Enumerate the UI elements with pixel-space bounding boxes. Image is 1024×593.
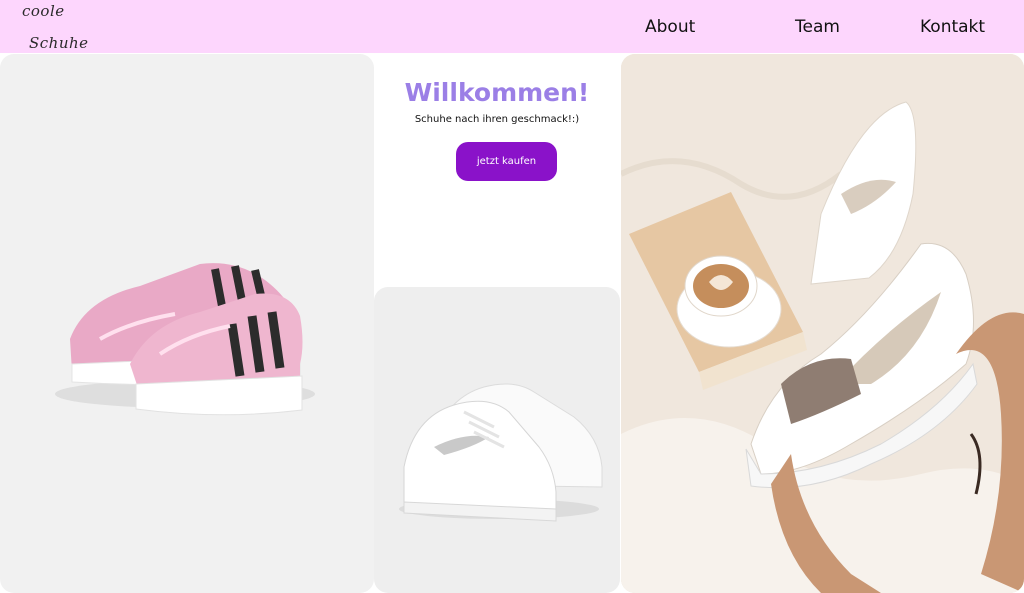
welcome-subtitle: Schuhe nach ihren geschmack!:) [414,114,580,125]
nav-about[interactable]: About [645,17,695,37]
white-sneakers-image [374,287,620,593]
nav-team[interactable]: Team [795,17,840,37]
pink-sneakers-image [0,54,374,593]
logo-text-coole[interactable]: coole [22,2,65,20]
logo-text-schuhe[interactable]: Schuhe [29,34,89,52]
white-sneakers-illustration [399,383,603,522]
nav-kontakt[interactable]: Kontakt [920,17,985,37]
pink-sneakers-illustration [55,263,315,416]
buy-now-button[interactable]: jetzt kaufen [456,142,557,181]
beige-sneaker-lifestyle-image [621,54,1024,593]
beige-sneaker-lifestyle-illustration [621,54,1024,593]
welcome-title: Willkommen! [404,78,590,107]
site-header: coole Schuhe About Team Kontakt [0,0,1024,53]
